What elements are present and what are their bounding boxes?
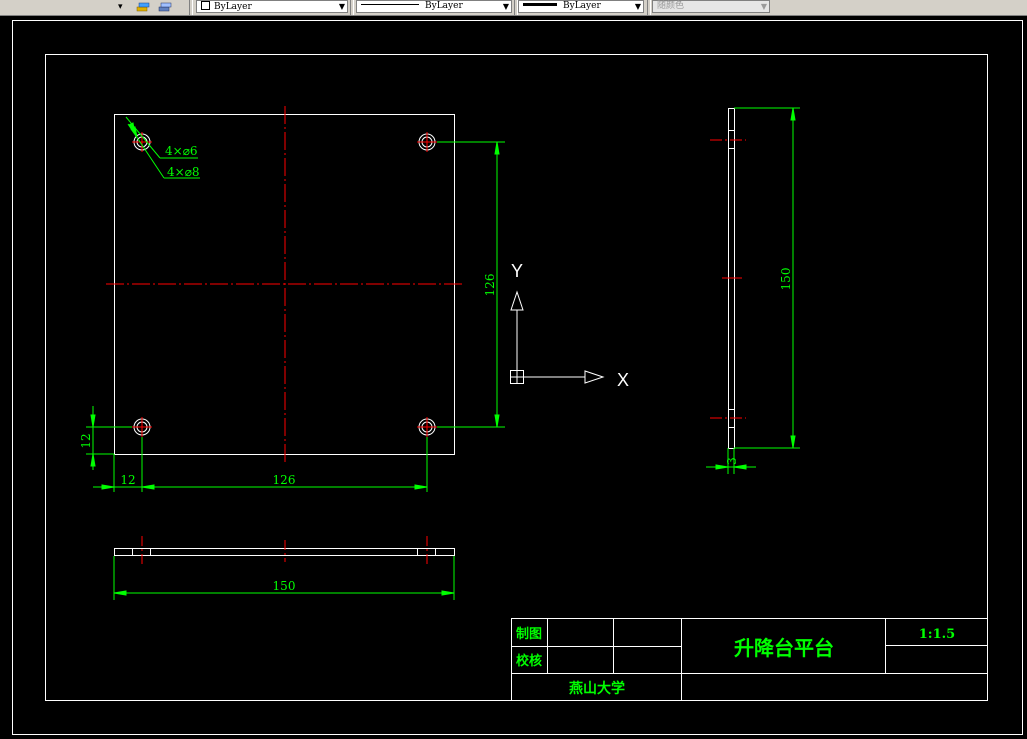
hole-bottom-left xyxy=(132,417,152,437)
color-swatch-icon xyxy=(201,1,210,10)
linetype-combo-value: ByLayer xyxy=(425,1,463,11)
hole-top-right xyxy=(417,132,437,152)
layer-states-icon[interactable] xyxy=(136,1,150,14)
dim-front-150-text: 150 xyxy=(273,579,296,593)
title-block-scale: 1:1.5 xyxy=(919,627,955,642)
dim-bottom-12-text: 12 xyxy=(120,473,135,487)
plotstyle-control-dropdown: 随颜色 ▼ xyxy=(652,0,770,13)
dim-side-3-text: 3 xyxy=(725,457,739,465)
drawing-canvas[interactable]: 4×⌀6 4×⌀8 126 12 12 126 150 150 3 Y X 制图… xyxy=(0,16,1027,739)
hole-callout-label-1: 4×⌀6 xyxy=(165,144,198,158)
toolbar-separator xyxy=(189,0,193,15)
properties-toolbar: ▾ ByLayer ▼ ByLayer ▼ ByLayer ▼ 随颜色 ▼ xyxy=(0,0,1027,16)
lineweight-sample-icon xyxy=(523,3,557,6)
title-block-drawn-label: 制图 xyxy=(516,626,542,642)
lineweight-combo-value: ByLayer xyxy=(563,1,601,11)
toolbar-separator xyxy=(350,0,354,15)
ucs-icon xyxy=(510,290,605,384)
dim-left-12-text: 12 xyxy=(79,433,93,448)
dim-front-150 xyxy=(113,556,455,600)
linetype-sample-icon xyxy=(361,4,419,5)
dim-bottom-126-text: 126 xyxy=(273,473,296,487)
ucs-y-label: Y xyxy=(511,261,523,281)
layer-previous-icon[interactable] xyxy=(158,1,172,14)
color-combo-value: ByLayer xyxy=(214,2,252,12)
hole-bottom-right xyxy=(417,417,437,437)
title-block-school: 燕山大学 xyxy=(569,680,625,697)
color-control-dropdown[interactable]: ByLayer ▼ xyxy=(196,0,348,13)
dim-vertical-126-text: 126 xyxy=(483,274,497,297)
lineweight-control-dropdown[interactable]: ByLayer ▼ xyxy=(518,0,644,13)
dim-side-150-text: 150 xyxy=(779,268,793,291)
dim-bottom-horizontal xyxy=(93,437,428,492)
chevron-down-icon: ▼ xyxy=(634,2,641,11)
side-view: 150 3 xyxy=(706,107,800,474)
top-view: 4×⌀6 4×⌀8 126 12 12 126 xyxy=(79,106,505,492)
hole-callout-label-2: 4×⌀8 xyxy=(167,165,200,179)
linetype-control-dropdown[interactable]: ByLayer ▼ xyxy=(356,0,512,13)
chevron-down-icon: ▼ xyxy=(338,2,345,11)
title-block-title: 升降台平台 xyxy=(734,636,834,660)
plotstyle-combo-value: 随颜色 xyxy=(657,1,685,11)
toolbar-separator xyxy=(647,0,651,15)
chevron-down-icon: ▼ xyxy=(760,2,767,11)
dropdown-arrow-icon[interactable]: ▾ xyxy=(118,1,123,14)
title-block-checked-label: 校核 xyxy=(516,653,542,669)
chevron-down-icon: ▼ xyxy=(502,2,509,11)
ucs-x-label: X xyxy=(617,370,629,390)
front-view: 150 xyxy=(113,536,455,600)
